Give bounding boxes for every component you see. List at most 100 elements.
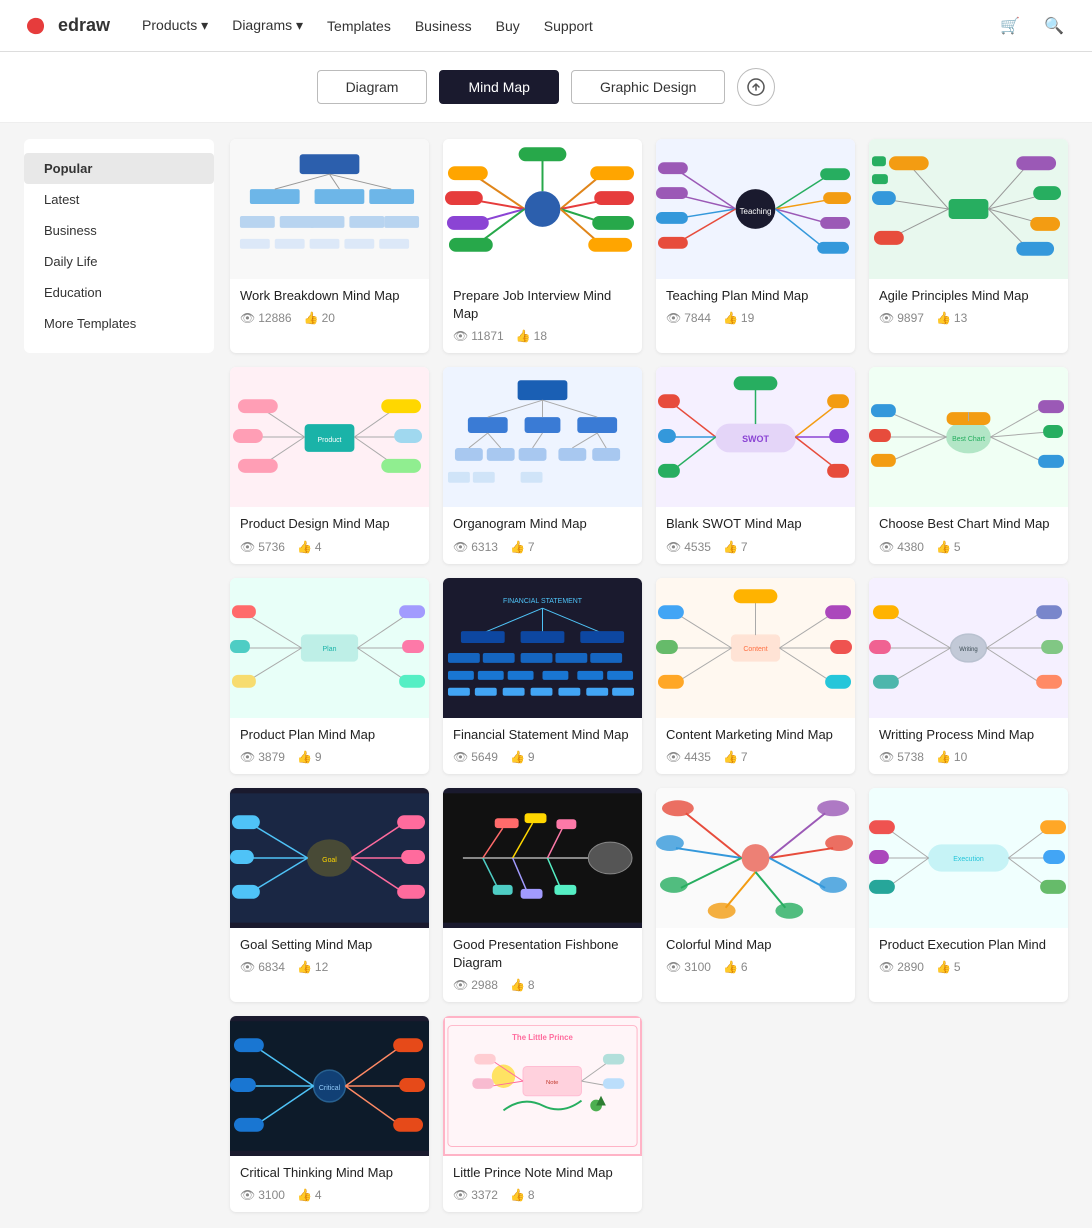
search-icon[interactable]: 🔍 [1040,12,1068,40]
nav-support[interactable]: Support [544,18,593,34]
nav-business[interactable]: Business [415,18,472,34]
eye-icon: 👁 [453,540,468,554]
card-writing-process[interactable]: Writing Writting Process Mind Map [869,578,1068,774]
eye-icon: 👁 [666,311,681,325]
card-meta: 👁 4380 👍 5 [879,540,1058,554]
logo[interactable]: edraw [24,12,110,40]
likes: 👍 10 [936,750,967,764]
card-work-breakdown[interactable]: Work Breakdown Mind Map 👁 12886 👍 20 [230,139,429,353]
card-goal-setting[interactable]: Goal Goal Setting Mind Map [230,788,429,1002]
card-product-plan[interactable]: Plan Product Plan Mind Map [230,578,429,774]
views: 👁 3372 [453,1188,498,1202]
card-teaching-plan[interactable]: Teaching [656,139,855,353]
main-content: Popular Latest Business Daily Life Educa… [0,123,1092,1228]
views: 👁 3879 [240,750,285,764]
upload-button[interactable] [737,68,775,106]
card-meta: 👁 5738 👍 10 [879,750,1058,764]
card-img-agile [869,139,1068,279]
card-title: Colorful Mind Map [666,936,845,954]
svg-text:The Little Prince: The Little Prince [512,1033,573,1042]
likes: 👍 18 [516,329,547,343]
nav-buy[interactable]: Buy [496,18,520,34]
cart-icon[interactable]: 🛒 [996,12,1024,40]
card-body-product-design: Product Design Mind Map 👁 5736 👍 4 [230,507,429,563]
svg-text:Teaching: Teaching [740,207,772,216]
views: 👁 5736 [240,540,285,554]
card-body-content-marketing: Content Marketing Mind Map 👁 4435 👍 7 [656,718,855,774]
card-colorful[interactable]: Colorful Mind Map 👁 3100 👍 6 [656,788,855,1002]
card-body-product-plan: Product Plan Mind Map 👁 3879 👍 9 [230,718,429,774]
like-icon: 👍 [723,960,738,974]
logo-text: edraw [58,15,110,36]
views: 👁 3100 [666,960,711,974]
card-organogram[interactable]: Organogram Mind Map 👁 6313 👍 7 [443,367,642,563]
card-product-design[interactable]: Product Product Design Mind Map [230,367,429,563]
svg-text:Product: Product [318,437,342,444]
eye-icon: 👁 [240,540,255,554]
tab-diagram[interactable]: Diagram [317,70,428,104]
like-icon: 👍 [510,978,525,992]
likes: 👍 9 [297,750,322,764]
card-body-teaching-plan: Teaching Plan Mind Map 👁 7844 👍 19 [656,279,855,335]
sidebar-item-daily-life[interactable]: Daily Life [24,246,214,277]
views: 👁 7844 [666,311,711,325]
card-meta: 👁 3372 👍 8 [453,1188,632,1202]
sidebar-item-education[interactable]: Education [24,277,214,308]
card-img-writing-process: Writing [869,578,1068,718]
card-title: Prepare Job Interview Mind Map [453,287,632,323]
likes: 👍 8 [510,978,535,992]
card-meta: 👁 11871 👍 18 [453,329,632,343]
card-agile-principles[interactable]: Agile Principles Mind Map 👁 9897 👍 13 [869,139,1068,353]
eye-icon: 👁 [666,540,681,554]
tab-mindmap[interactable]: Mind Map [439,70,558,104]
card-body-blank-swot: Blank SWOT Mind Map 👁 4535 👍 7 [656,507,855,563]
like-icon: 👍 [723,311,738,325]
card-title: Agile Principles Mind Map [879,287,1058,305]
card-img-fishbone [443,788,642,928]
sidebar: Popular Latest Business Daily Life Educa… [24,139,214,353]
navbar: edraw Products ▾ Diagrams ▾ Templates Bu… [0,0,1092,52]
like-icon: 👍 [723,750,738,764]
sidebar-item-popular[interactable]: Popular [24,153,214,184]
sidebar-item-more[interactable]: More Templates [24,308,214,339]
likes: 👍 5 [936,960,961,974]
card-prepare-job[interactable]: Prepare Job Interview Mind Map 👁 11871 👍… [443,139,642,353]
likes: 👍 7 [510,540,535,554]
card-body-critical-thinking: Critical Thinking Mind Map 👁 3100 👍 4 [230,1156,429,1212]
card-financial-statement[interactable]: FINANCIAL STATEMENT [443,578,642,774]
likes: 👍 9 [510,750,535,764]
like-icon: 👍 [516,329,531,343]
nav-products[interactable]: Products ▾ [142,17,208,34]
svg-text:Execution: Execution [953,856,984,863]
card-title: Teaching Plan Mind Map [666,287,845,305]
card-body-work-breakdown: Work Breakdown Mind Map 👁 12886 👍 20 [230,279,429,335]
sidebar-item-business[interactable]: Business [24,215,214,246]
tab-graphic-design[interactable]: Graphic Design [571,70,726,104]
svg-text:Goal: Goal [322,857,337,864]
views: 👁 12886 [240,311,292,325]
likes: 👍 13 [936,311,967,325]
views: 👁 6313 [453,540,498,554]
views: 👁 9897 [879,311,924,325]
card-little-prince[interactable]: The Little Prince Note [443,1016,642,1212]
card-product-execution[interactable]: Execution Product Execution Plan Mind [869,788,1068,1002]
card-content-marketing[interactable]: Content Content [656,578,855,774]
card-fishbone[interactable]: Good Presentation Fishbone Diagram 👁 298… [443,788,642,1002]
card-blank-swot[interactable]: SWOT Blank SWOT [656,367,855,563]
nav-diagrams[interactable]: Diagrams ▾ [232,17,303,34]
card-critical-thinking[interactable]: Critical Critical Thinking Mind Map [230,1016,429,1212]
nav-templates[interactable]: Templates [327,18,391,34]
card-title: Blank SWOT Mind Map [666,515,845,533]
nav-icons: 🛒 🔍 [996,12,1068,40]
sidebar-item-latest[interactable]: Latest [24,184,214,215]
eye-icon: 👁 [453,1188,468,1202]
card-title: Work Breakdown Mind Map [240,287,419,305]
card-img-financial: FINANCIAL STATEMENT [443,578,642,718]
likes: 👍 4 [297,540,322,554]
like-icon: 👍 [723,540,738,554]
like-icon: 👍 [936,311,951,325]
card-body-little-prince: Little Prince Note Mind Map 👁 3372 👍 8 [443,1156,642,1212]
card-choose-best-chart[interactable]: Best Chart Choo [869,367,1068,563]
card-meta: 👁 2988 👍 8 [453,978,632,992]
svg-text:Critical: Critical [319,1085,341,1092]
